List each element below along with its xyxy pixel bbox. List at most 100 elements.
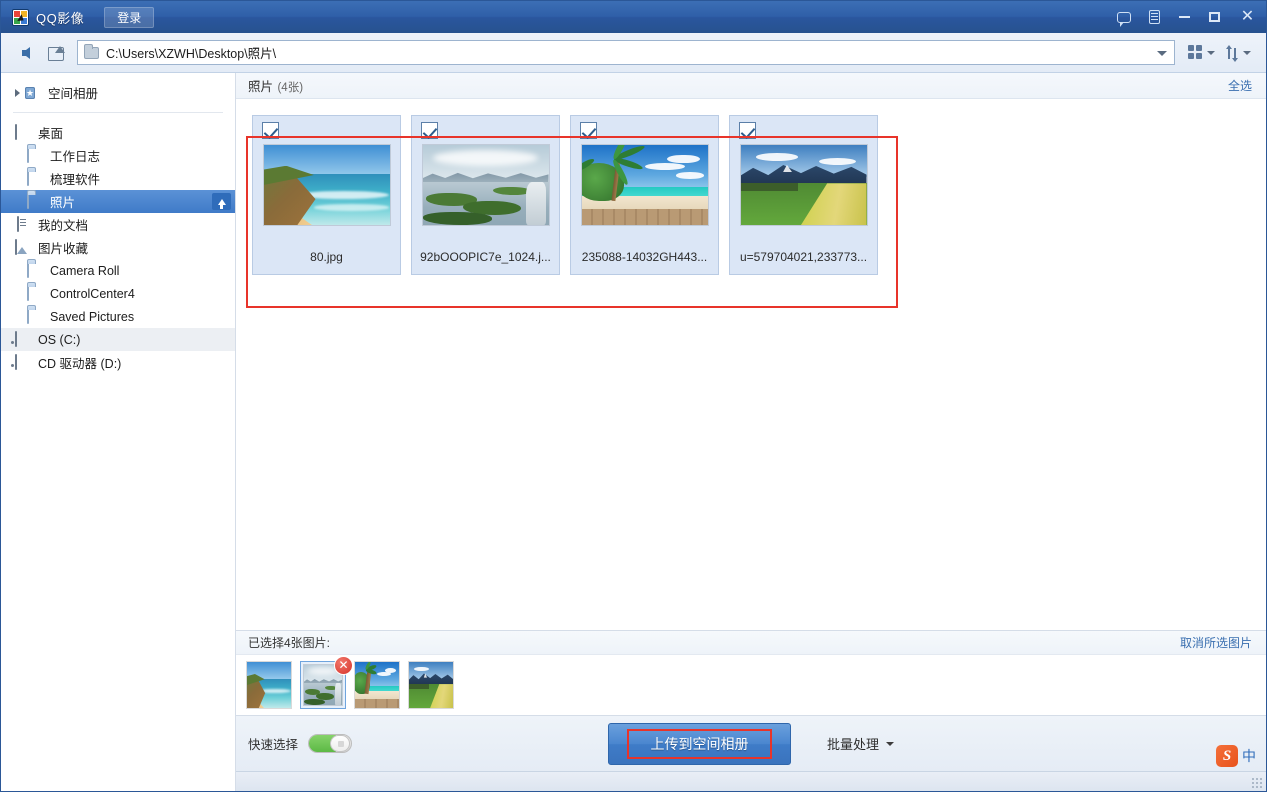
title-bar: QQ影像 登录 ✕	[1, 1, 1266, 33]
sidebar-item-label: 梳理软件	[50, 169, 100, 188]
sidebar-item-label: 我的文档	[38, 215, 88, 234]
sogou-logo-icon: S	[1216, 745, 1238, 767]
maximize-button[interactable]	[1199, 1, 1229, 33]
tray-item[interactable]	[354, 661, 400, 709]
sort-button[interactable]	[1220, 40, 1256, 66]
cta-group: 上传到空间相册 批量处理	[236, 723, 1266, 765]
sidebar-item-label: Camera Roll	[50, 264, 119, 278]
photo-checkbox[interactable]	[262, 122, 279, 139]
view-tools	[1183, 40, 1256, 66]
sidebar-item-saved-pictures[interactable]: Saved Pictures	[1, 305, 235, 328]
desktop-icon	[15, 125, 32, 140]
sidebar-upload-button[interactable]	[212, 193, 231, 210]
sidebar-divider	[13, 112, 223, 113]
quick-select-toggle[interactable]	[308, 734, 352, 753]
sidebar-item-desktop[interactable]: 桌面	[1, 121, 235, 144]
photo-item[interactable]: 235088-14032GH443...	[570, 115, 719, 275]
main-body: ★ 空间相册 桌面 工作日志 梳理软件 照片	[1, 73, 1266, 791]
sidebar-item-work-log[interactable]: 工作日志	[1, 144, 235, 167]
clipboard-icon	[1149, 10, 1160, 24]
select-all-link[interactable]: 全选	[1228, 77, 1252, 94]
chevron-down-icon	[886, 742, 894, 746]
photo-filename: 235088-14032GH443...	[571, 250, 718, 264]
qq-image-window: QQ影像 登录 ✕	[0, 0, 1267, 792]
maximize-icon	[1209, 12, 1220, 22]
path-input[interactable]: C:\Users\XZWH\Desktop\照片\	[77, 40, 1175, 65]
photo-item[interactable]: 92bOOOPIC7e_1024.j...	[411, 115, 560, 275]
login-button[interactable]: 登录	[104, 7, 154, 28]
tray-thumbnail	[408, 661, 454, 709]
sidebar-item-label: 照片	[50, 192, 75, 211]
page-title: 照片	[248, 80, 273, 94]
batch-process-dropdown[interactable]: 批量处理	[827, 734, 894, 753]
sidebar-item-software[interactable]: 梳理软件	[1, 167, 235, 190]
remove-icon[interactable]: ✕	[334, 656, 353, 675]
sidebar-item-pictures[interactable]: 图片收藏	[1, 236, 235, 259]
tray-item[interactable]	[246, 661, 292, 709]
sidebar-item-os-c[interactable]: OS (C:)	[1, 328, 235, 351]
open-folder-button[interactable]	[41, 39, 71, 67]
sidebar-item-controlcenter4[interactable]: ControlCenter4	[1, 282, 235, 305]
resize-grip[interactable]	[1251, 777, 1263, 789]
app-logo-icon	[12, 9, 29, 26]
pictures-icon	[15, 240, 32, 255]
sidebar-item-cd-drive-d[interactable]: CD 驱动器 (D:)	[1, 351, 235, 374]
photo-filename: 92bOOOPIC7e_1024.j...	[412, 250, 559, 264]
ime-indicator[interactable]: S 中	[1216, 745, 1256, 767]
view-mode-button[interactable]	[1183, 40, 1220, 66]
content-header: 照片 (4张) 全选	[236, 73, 1266, 99]
window-controls: ✕	[1109, 1, 1266, 33]
photo-thumbnail	[422, 144, 550, 226]
chevron-down-icon	[1243, 51, 1251, 55]
address-toolbar: C:\Users\XZWH\Desktop\照片\	[1, 33, 1266, 73]
photo-item[interactable]: 80.jpg	[252, 115, 401, 275]
sidebar-item-camera-roll[interactable]: Camera Roll	[1, 259, 235, 282]
photo-checkbox[interactable]	[580, 122, 597, 139]
back-button[interactable]	[11, 39, 41, 67]
tray-thumbnail	[246, 661, 292, 709]
sidebar-item-label: 工作日志	[50, 146, 100, 165]
sidebar-item-label: 桌面	[38, 123, 63, 142]
minimize-button[interactable]	[1169, 1, 1199, 33]
drive-icon	[15, 332, 32, 347]
feedback-button[interactable]	[1109, 1, 1139, 33]
selected-count-label: 已选择4张图片:	[248, 634, 330, 651]
sidebar-item-my-documents[interactable]: 我的文档	[1, 213, 235, 236]
upload-arrow-icon	[218, 199, 226, 205]
photo-checkbox[interactable]	[421, 122, 438, 139]
folder-icon	[27, 286, 44, 301]
batch-process-label: 批量处理	[827, 734, 879, 753]
selection-tray: 已选择4张图片: 取消所选图片	[236, 630, 1266, 715]
tray-item[interactable]: ✕	[300, 661, 346, 709]
folder-icon	[27, 263, 44, 278]
speech-bubble-icon	[1117, 12, 1131, 23]
photo-checkbox[interactable]	[739, 122, 756, 139]
chevron-down-icon[interactable]	[1157, 51, 1167, 56]
clear-selection-link[interactable]: 取消所选图片	[1180, 634, 1252, 651]
folder-icon	[27, 309, 44, 324]
sidebar-item-photos[interactable]: 照片	[1, 190, 235, 213]
folder-icon	[84, 47, 99, 59]
photo-filename: 80.jpg	[253, 250, 400, 264]
close-button[interactable]: ✕	[1229, 1, 1266, 33]
tray-header: 已选择4张图片: 取消所选图片	[236, 631, 1266, 655]
upload-to-album-button[interactable]: 上传到空间相册	[608, 723, 791, 765]
documents-icon	[15, 217, 32, 232]
open-folder-icon	[48, 46, 65, 60]
tray-item[interactable]	[408, 661, 454, 709]
status-bar	[236, 771, 1266, 791]
chevron-right-icon[interactable]	[15, 89, 20, 97]
photo-thumbnail	[581, 144, 709, 226]
upload-button-label: 上传到空间相册	[650, 734, 748, 754]
app-title: QQ影像	[36, 8, 84, 27]
photo-thumbnail	[740, 144, 868, 226]
drive-icon	[15, 355, 32, 370]
photo-item[interactable]: u=579704021,233773...	[729, 115, 878, 275]
sidebar-item-label: ControlCenter4	[50, 287, 135, 301]
back-arrow-icon	[22, 47, 30, 59]
minimize-icon	[1179, 16, 1190, 18]
sidebar-item-label: 图片收藏	[38, 238, 88, 257]
sidebar-item-cloud-album[interactable]: ★ 空间相册	[1, 81, 235, 104]
notes-button[interactable]	[1139, 1, 1169, 33]
photo-thumbnail	[263, 144, 391, 226]
